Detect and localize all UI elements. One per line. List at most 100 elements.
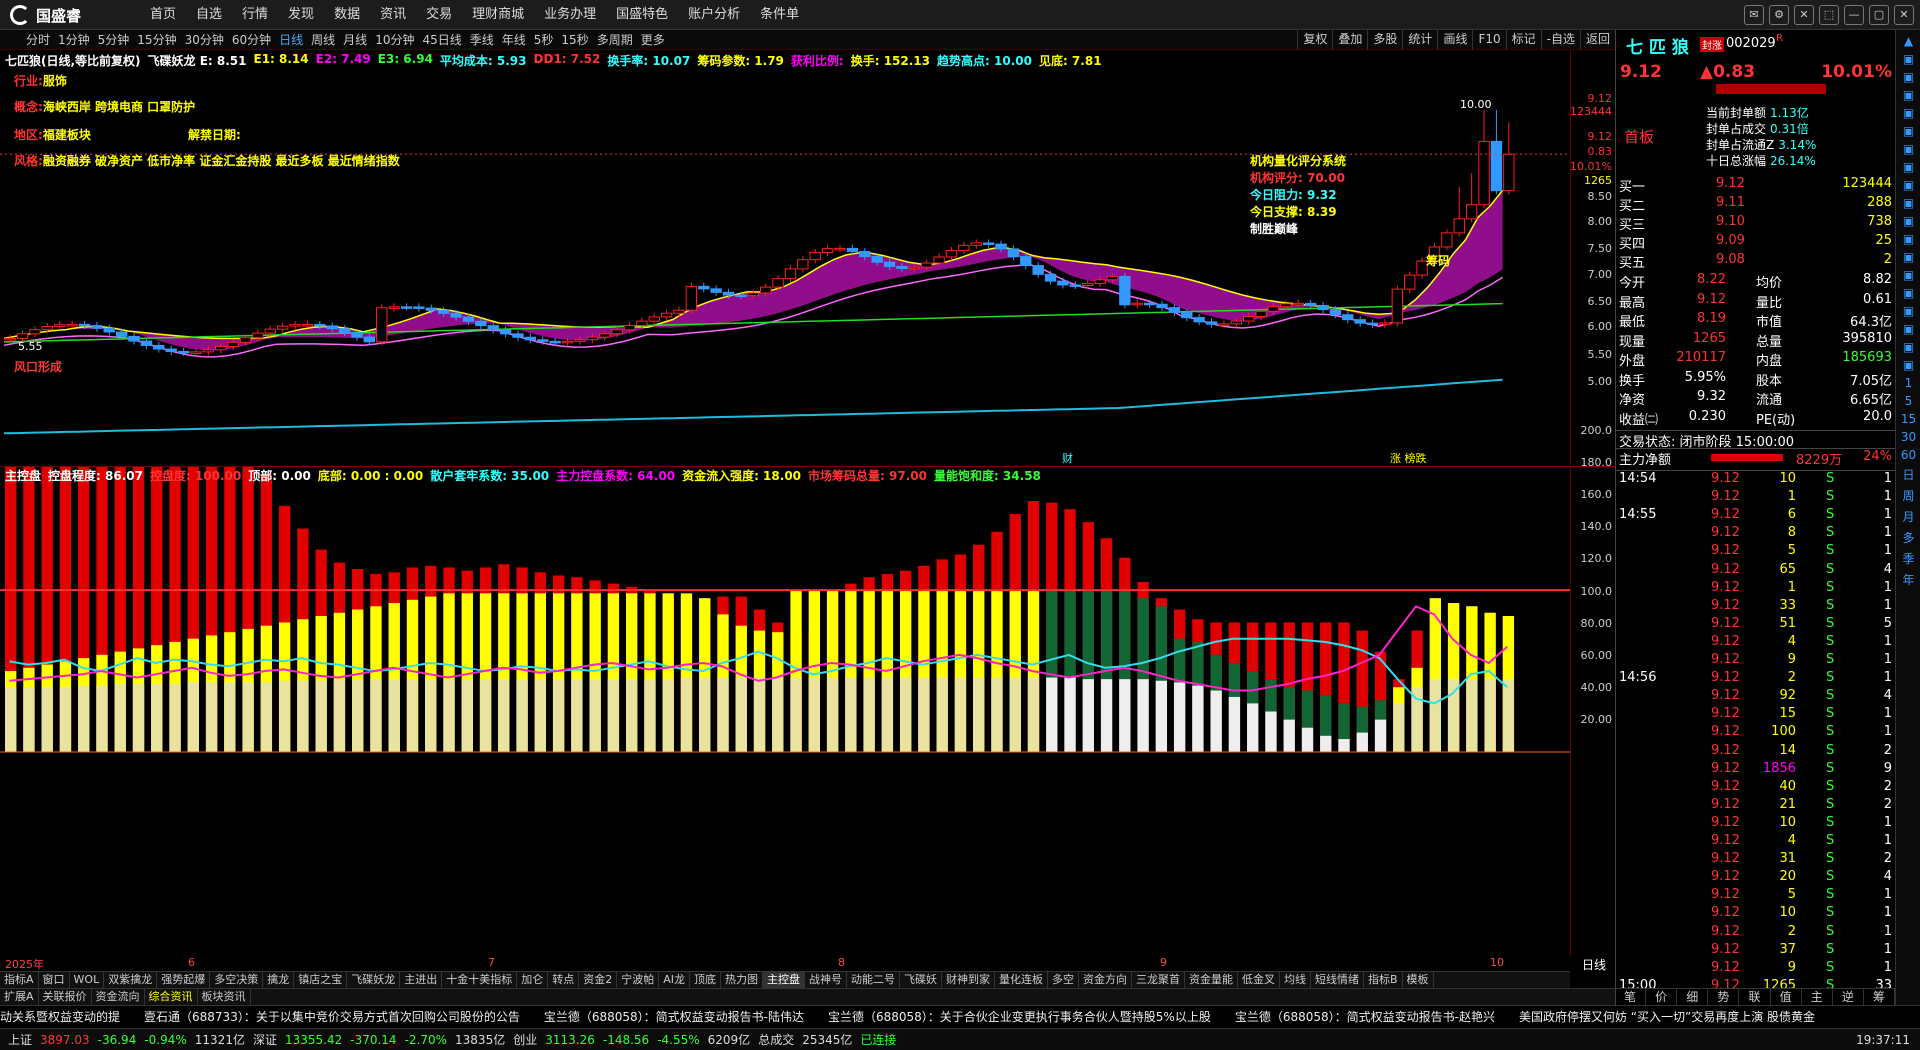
period-tab-5[interactable]: 60分钟 [228,30,275,50]
menu-item-10[interactable]: 账户分析 [678,0,750,30]
news-item[interactable]: 美国政府停摆又何妨 “买入一切”交易再度上演 股债黄金 [1519,1010,1815,1024]
sidebar-button-5[interactable]: ▣ [1896,124,1920,138]
sidebar-button-22[interactable]: 30 [1896,430,1920,444]
period-tab-10[interactable]: 45日线 [418,30,465,50]
sidebar-button-7[interactable]: ▣ [1896,160,1920,174]
window-button-0[interactable]: ✉ [1744,5,1764,25]
sidebar-button-9[interactable]: ▣ [1896,196,1920,210]
tool-button-3[interactable]: 统计 [1402,30,1437,50]
indicator-tab-19[interactable]: 战神号 [805,972,847,988]
indicator-tab-26[interactable]: 三龙聚首 [1132,972,1185,988]
info-tab-1[interactable]: 关联报价 [39,989,92,1005]
sidebar-button-10[interactable]: ▣ [1896,214,1920,228]
tool-button-0[interactable]: 复权 [1297,30,1332,50]
period-tab-4[interactable]: 30分钟 [181,30,228,50]
menu-item-1[interactable]: 自选 [186,0,232,30]
tool-button-4[interactable]: 画线 [1437,30,1472,50]
book-row[interactable]: 买二 9.11 288 [1616,195,1896,214]
sidebar-button-20[interactable]: 5 [1896,394,1920,408]
window-button-2[interactable]: ✕ [1794,5,1814,25]
info-tab-0[interactable]: 扩展A [0,989,39,1005]
period-label[interactable]: 日线 [1570,956,1618,972]
tool-button-7[interactable]: -自选 [1540,30,1580,50]
period-tab-1[interactable]: 1分钟 [54,30,94,50]
tool-button-6[interactable]: 标记 [1505,30,1541,50]
info-tab-2[interactable]: 资金流向 [92,989,145,1005]
quote-nav-4[interactable]: 联 [1739,989,1771,1005]
sidebar-button-0[interactable]: ▲ [1896,34,1920,48]
book-row[interactable]: 买三 9.10 738 [1616,214,1896,233]
news-item[interactable]: 宝兰德（688058）：简式权益变动报告书-赵艳兴 [1235,1010,1495,1024]
sidebar-button-19[interactable]: 1 [1896,376,1920,390]
quote-nav-8[interactable]: 筹 [1864,989,1895,1005]
indicator-tab-13[interactable]: 资金2 [579,972,618,988]
sidebar-button-21[interactable]: 15 [1896,412,1920,426]
indicator-tab-10[interactable]: 十金十美指标 [442,972,518,988]
sidebar-button-12[interactable]: ▣ [1896,250,1920,264]
indicator-tab-14[interactable]: 宁波帕 [617,972,660,988]
tool-button-1[interactable]: 叠加 [1332,30,1367,50]
indicator-tab-8[interactable]: 飞碟妖龙 [347,972,401,988]
sidebar-button-26[interactable]: 月 [1896,508,1920,525]
indicator-tab-31[interactable]: 指标B [1364,972,1403,988]
sidebar-button-13[interactable]: ▣ [1896,268,1920,282]
indicator-tab-24[interactable]: 多空 [1048,972,1079,988]
main-control-chart[interactable] [0,466,1570,956]
menu-item-2[interactable]: 行情 [232,0,278,30]
indicator-tab-0[interactable]: 指标A [0,972,39,988]
period-tab-16[interactable]: 更多 [637,30,669,50]
indicator-tab-22[interactable]: 财神到家 [942,972,995,988]
sidebar-button-28[interactable]: 季 [1896,550,1920,567]
tool-button-2[interactable]: 多股 [1367,30,1402,50]
indicator-tab-11[interactable]: 加仑 [517,972,549,988]
sidebar-button-27[interactable]: 多 [1896,529,1920,546]
period-tab-0[interactable]: 分时 [22,30,54,50]
period-tab-3[interactable]: 15分钟 [133,30,180,50]
indicator-tab-4[interactable]: 强势起爆 [157,972,211,988]
indicator-tab-9[interactable]: 主进出 [400,972,443,988]
sidebar-button-11[interactable]: ▣ [1896,232,1920,246]
menu-item-6[interactable]: 交易 [416,0,462,30]
indicator-tab-5[interactable]: 多空决策 [210,972,264,988]
indicator-tab-18[interactable]: 主控盘 [762,972,805,988]
window-button-4[interactable]: — [1844,5,1864,25]
period-tab-15[interactable]: 多周期 [593,30,637,50]
quote-nav-3[interactable]: 势 [1708,989,1740,1005]
window-button-3[interactable]: ⬚ [1819,5,1839,25]
indicator-tab-16[interactable]: 顶底 [690,972,721,988]
period-tab-11[interactable]: 季线 [466,30,498,50]
indicator-tab-1[interactable]: 窗口 [39,972,70,988]
period-tab-2[interactable]: 5分钟 [94,30,134,50]
sidebar-button-17[interactable]: ▣ [1896,340,1920,354]
book-row[interactable]: 买五 9.08 2 [1616,252,1896,271]
sidebar-button-23[interactable]: 60 [1896,448,1920,462]
period-tab-12[interactable]: 年线 [498,30,530,50]
cy-value[interactable]: 3113.26 [545,1033,595,1047]
indicator-tab-30[interactable]: 短线情绪 [1311,972,1364,988]
menu-item-3[interactable]: 发现 [278,0,324,30]
indicator-tab-17[interactable]: 热力图 [721,972,763,988]
menu-item-11[interactable]: 条件单 [750,0,809,30]
indicator-tab-3[interactable]: 双紫擒龙 [104,972,158,988]
sidebar-button-3[interactable]: ▣ [1896,88,1920,102]
period-tab-8[interactable]: 月线 [339,30,371,50]
window-button-6[interactable]: ✕ [1894,5,1914,25]
indicator-tab-7[interactable]: 镇店之宝 [294,972,348,988]
sidebar-button-4[interactable]: ▣ [1896,106,1920,120]
info-tab-4[interactable]: 板块资讯 [198,989,251,1005]
info-tab-3[interactable]: 综合资讯 [145,989,198,1005]
menu-item-4[interactable]: 数据 [324,0,370,30]
tool-button-8[interactable]: 返回 [1579,30,1615,50]
kline-chart[interactable] [0,50,1570,465]
quote-nav-0[interactable]: 笔 [1615,989,1647,1005]
indicator-tab-21[interactable]: 飞碟妖 [900,972,942,988]
quote-nav-6[interactable]: 主 [1802,989,1833,1005]
indicator-tab-27[interactable]: 资金量能 [1185,972,1238,988]
indicator-tab-6[interactable]: 擒龙 [263,972,295,988]
sidebar-button-25[interactable]: 周 [1896,487,1920,504]
menu-item-5[interactable]: 资讯 [370,0,416,30]
indicator-tab-12[interactable]: 转点 [548,972,580,988]
period-tab-9[interactable]: 10分钟 [371,30,418,50]
indicator-tab-2[interactable]: WOL [70,972,105,988]
indicator-tab-32[interactable]: 模板 [1403,972,1434,988]
